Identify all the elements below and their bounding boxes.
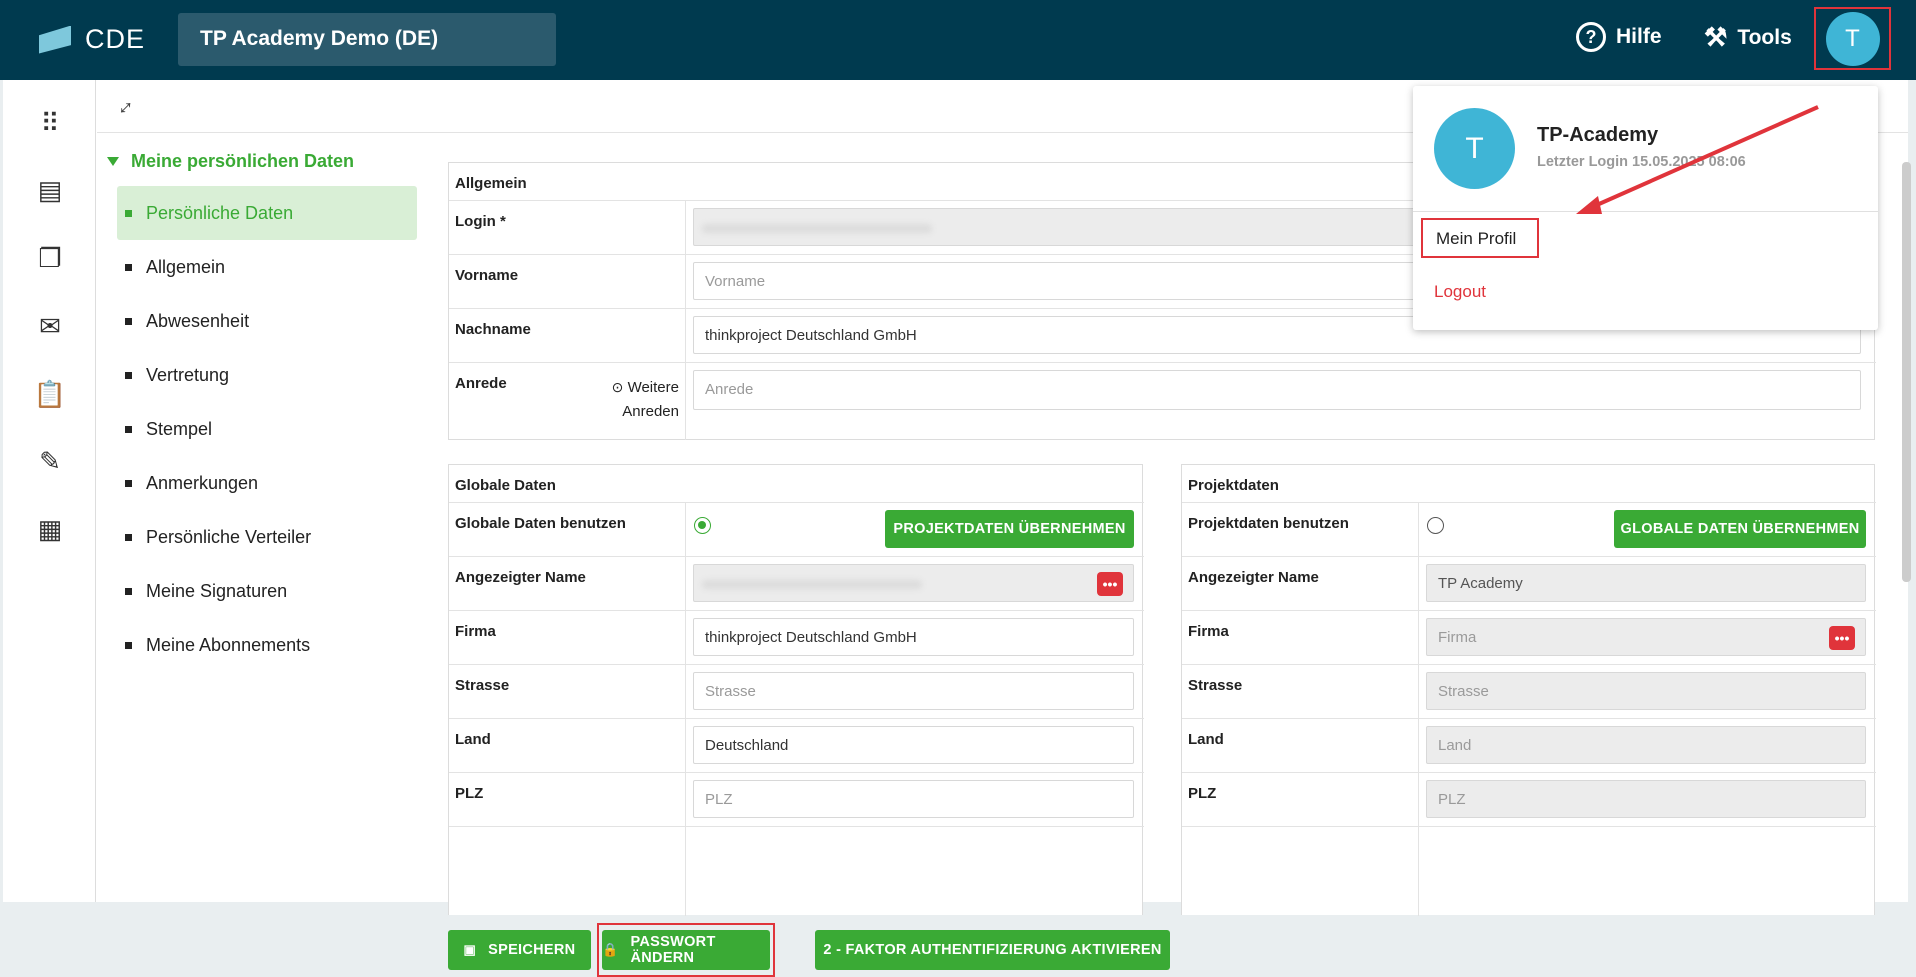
arrow-line [1589, 105, 1819, 210]
save-button[interactable]: ▣ SPEICHERN [448, 930, 591, 970]
lock-icon: 🔒 [602, 942, 619, 957]
save-label: SPEICHERN [488, 942, 576, 958]
change-password-button[interactable]: 🔒 PASSWORT ÄNDERN [602, 930, 770, 970]
two-factor-button[interactable]: 2 - FAKTOR AUTHENTIFIZIERUNG AKTIVIEREN [815, 930, 1170, 970]
save-icon: ▣ [463, 942, 477, 957]
password-label: PASSWORT ÄNDERN [630, 934, 716, 966]
arrow-head-icon [1576, 196, 1602, 214]
annotation-arrow [1576, 105, 1819, 214]
